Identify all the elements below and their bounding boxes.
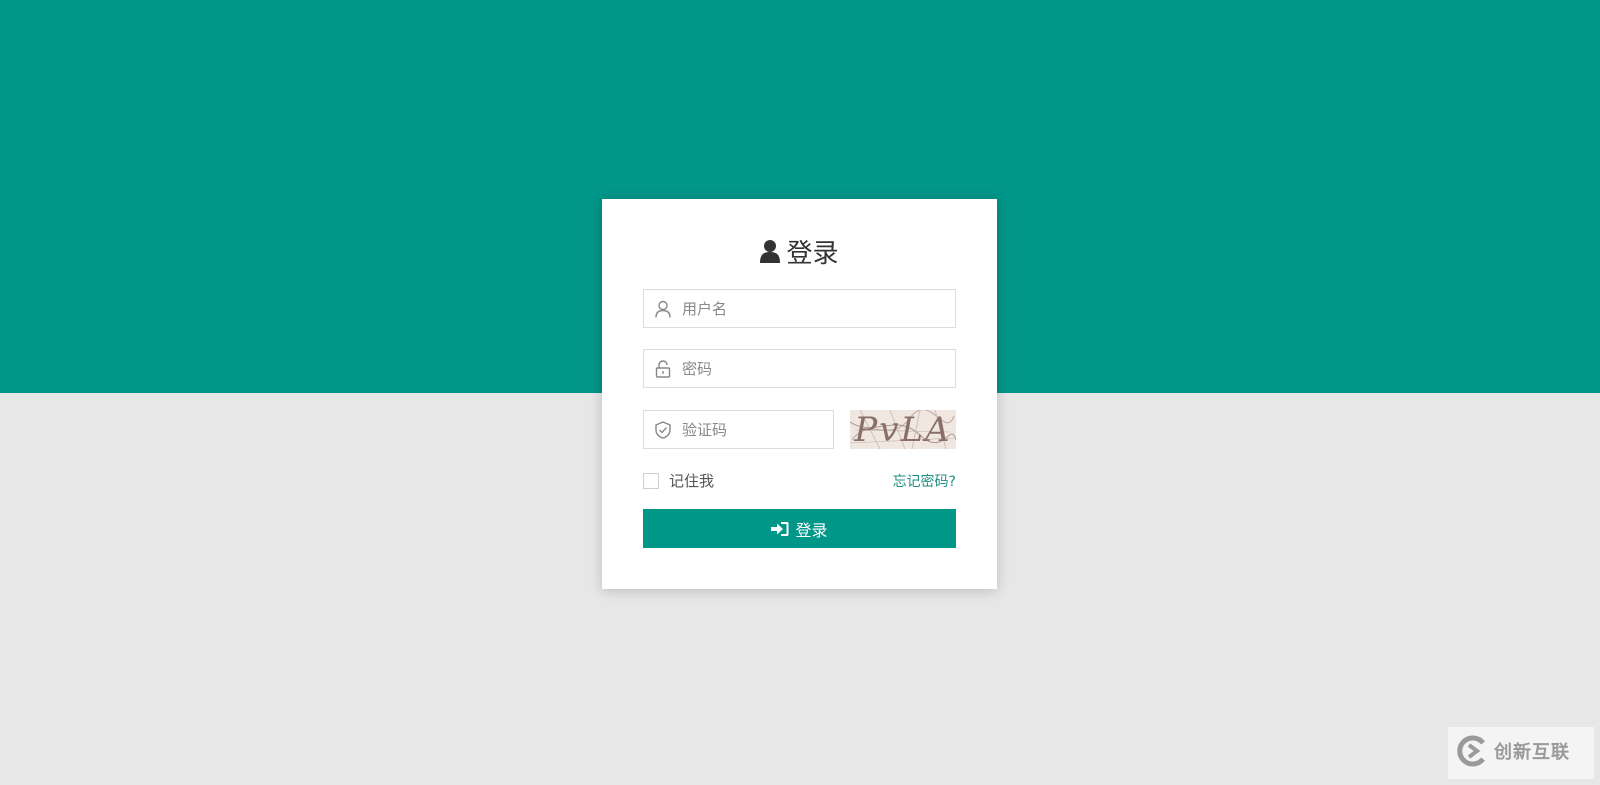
- login-title: 登录: [602, 233, 997, 269]
- login-button[interactable]: 登录: [643, 509, 956, 548]
- username-input[interactable]: [682, 290, 955, 327]
- password-input[interactable]: [682, 350, 955, 387]
- unlock-icon: [644, 359, 682, 378]
- watermark-text: 创新互联: [1494, 742, 1570, 763]
- brand-logo-icon: [1456, 734, 1490, 772]
- sign-in-icon: [771, 521, 789, 537]
- username-field[interactable]: [643, 289, 956, 328]
- person-outline-icon: [644, 300, 682, 318]
- login-page: 登录 用户名 验证码 PvLA 记住我 忘记密码? 登录 创新互联: [0, 0, 1600, 785]
- remember-me[interactable]: 记住我: [643, 470, 714, 491]
- login-title-text: 登录: [786, 238, 839, 269]
- remember-label: 记住我: [669, 472, 715, 490]
- password-field[interactable]: [643, 349, 956, 388]
- shield-check-icon: [644, 420, 682, 439]
- remember-checkbox[interactable]: [643, 472, 659, 489]
- captcha-input[interactable]: [682, 411, 876, 448]
- captcha-text: PvLA: [854, 410, 952, 449]
- watermark-logo: 创新互联: [1448, 727, 1594, 779]
- captcha-image[interactable]: PvLA: [850, 410, 956, 449]
- login-button-label: 登录: [795, 520, 828, 540]
- forgot-password-link[interactable]: 忘记密码?: [893, 471, 956, 491]
- login-card: 登录 用户名 验证码 PvLA 记住我 忘记密码? 登录: [602, 199, 997, 589]
- captcha-field[interactable]: [643, 410, 876, 449]
- user-icon: [760, 239, 781, 263]
